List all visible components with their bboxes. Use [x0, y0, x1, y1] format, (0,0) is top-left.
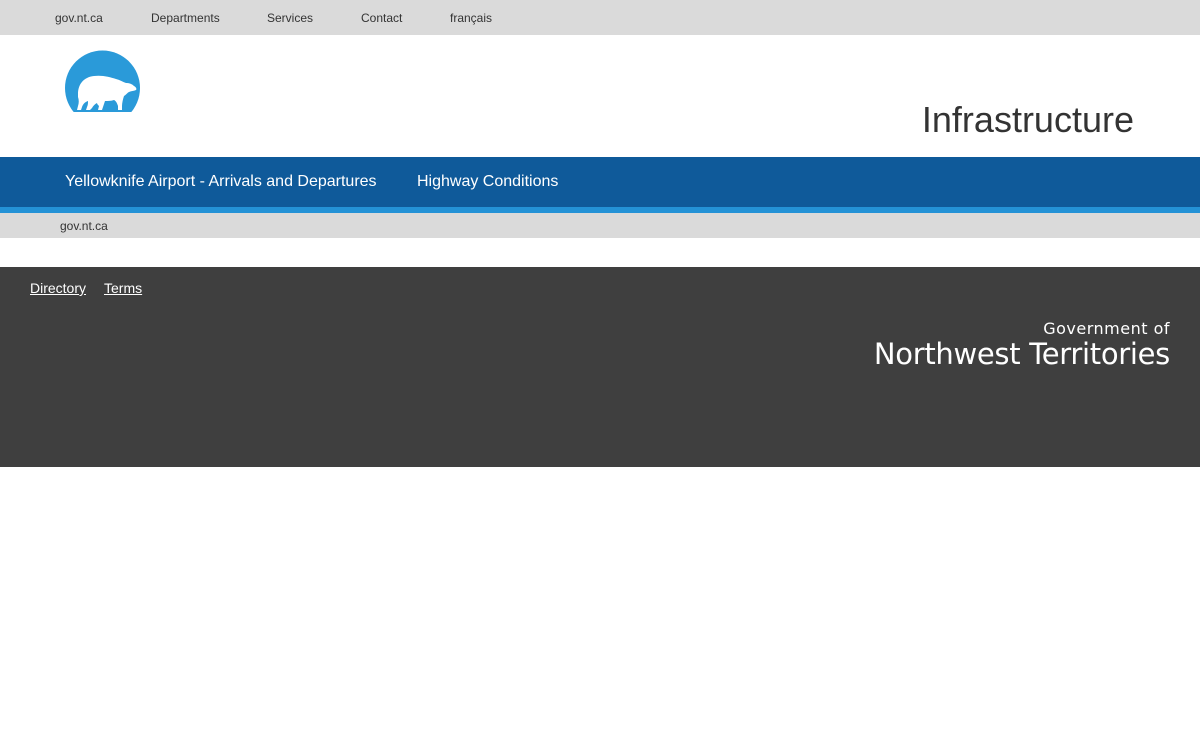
site-header: Infrastructure: [0, 35, 1200, 157]
gnwt-logo-line1: Government of: [1043, 319, 1170, 338]
footer-link-terms[interactable]: Terms: [104, 280, 142, 296]
breadcrumb: gov.nt.ca: [0, 213, 1200, 238]
top-link-francais[interactable]: français: [450, 11, 492, 25]
footer-link-directory[interactable]: Directory: [30, 280, 86, 296]
top-link-services[interactable]: Services: [267, 11, 313, 25]
main-navigation: Yellowknife Airport - Arrivals and Depar…: [0, 157, 1200, 207]
nav-item-highway-conditions[interactable]: Highway Conditions: [417, 173, 558, 191]
top-link-contact[interactable]: Contact: [361, 11, 402, 25]
breadcrumb-item-gov-nt-ca[interactable]: gov.nt.ca: [60, 219, 108, 233]
gnwt-logo-line2: Northwest Territories: [873, 337, 1170, 371]
page-title: Infrastructure: [921, 99, 1134, 140]
gnwt-logo[interactable]: Government of Northwest Territories: [873, 319, 1170, 371]
site-footer: Directory Terms Government of Northwest …: [0, 267, 1200, 467]
top-utility-bar: gov.nt.ca Departments Services Contact f…: [0, 0, 1200, 35]
top-link-gov-nt-ca[interactable]: gov.nt.ca: [55, 11, 103, 25]
polar-bear-icon[interactable]: [64, 50, 141, 114]
top-link-departments[interactable]: Departments: [151, 11, 220, 25]
nav-item-yellowknife-airport[interactable]: Yellowknife Airport - Arrivals and Depar…: [65, 173, 377, 191]
